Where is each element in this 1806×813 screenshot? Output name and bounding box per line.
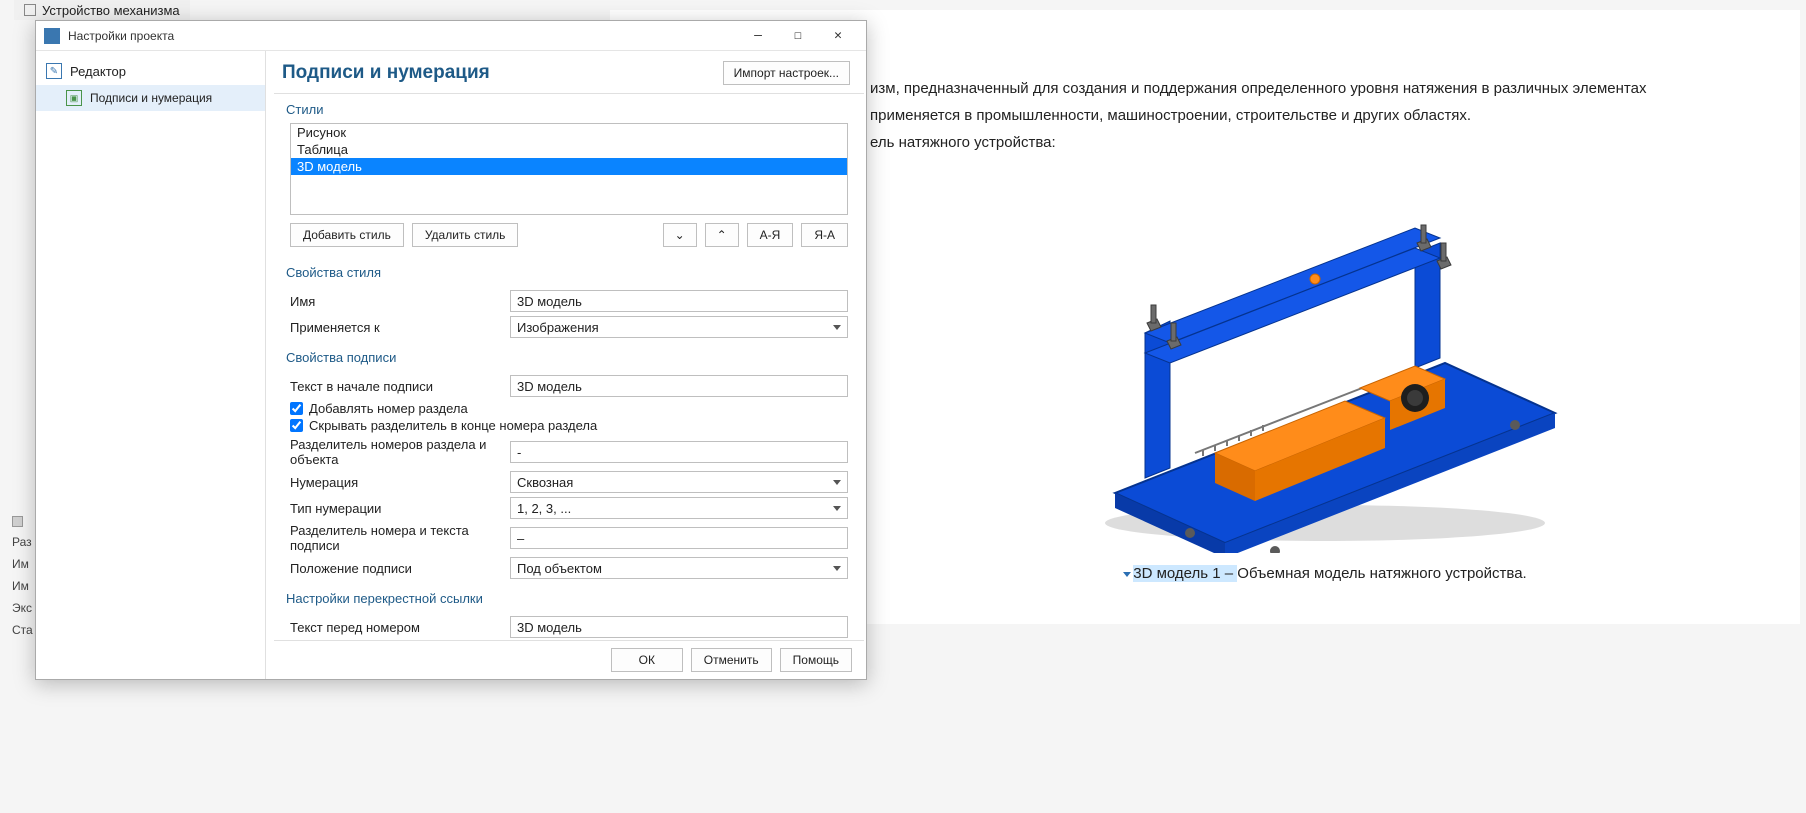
sidebar-label: Раз — [12, 535, 30, 549]
delete-style-button[interactable]: Удалить стиль — [412, 223, 519, 247]
nav-root-editor[interactable]: Редактор — [36, 57, 265, 85]
chevron-down-icon — [833, 325, 841, 330]
help-button[interactable]: Помощь — [780, 648, 852, 672]
page-title: Подписи и нумерация — [282, 62, 490, 84]
add-chapter-label: Добавлять номер раздела — [309, 401, 468, 416]
sort-za-button[interactable]: Я-А — [801, 223, 848, 247]
section-xref-head: Настройки перекрестной ссылки — [274, 583, 864, 612]
sep-num-text-input[interactable]: – — [510, 527, 848, 549]
caption-dropdown-icon[interactable] — [1123, 572, 1131, 577]
num-type-label: Тип нумерации — [290, 501, 510, 516]
close-button[interactable]: ✕ — [818, 22, 858, 50]
nav-child-label: Подписи и нумерация — [90, 91, 212, 105]
section-captionprops-head: Свойства подписи — [274, 342, 864, 371]
prefix-label: Текст в начале подписи — [290, 379, 510, 394]
styles-list[interactable]: Рисунок Таблица 3D модель — [290, 123, 848, 215]
prefix-input[interactable]: 3D модель — [510, 375, 848, 397]
sep-chap-obj-input[interactable]: - — [510, 441, 848, 463]
import-settings-button[interactable]: Импорт настроек... — [723, 61, 850, 85]
sidebar-label: Ста — [12, 623, 30, 637]
ok-button[interactable]: ОК — [611, 648, 683, 672]
app-icon — [44, 28, 60, 44]
dialog-title: Настройки проекта — [68, 29, 738, 43]
maximize-button[interactable]: ☐ — [778, 22, 818, 50]
doc-paragraph: применяется в промышленности, машиностро… — [870, 105, 1780, 126]
sep-chap-obj-label: Разделитель номеров раздела и объекта — [290, 437, 510, 467]
chevron-down-icon — [833, 506, 841, 511]
numbering-select[interactable]: Сквозная — [510, 471, 848, 493]
figure-caption[interactable]: 3D модель 1 – Объемная модель натяжного … — [870, 563, 1780, 584]
move-down-button[interactable]: ⌄ — [663, 223, 697, 247]
dialog-nav: Редактор ▣ Подписи и нумерация — [36, 51, 266, 679]
style-row-selected[interactable]: 3D модель — [291, 158, 847, 175]
sidebar-label: Экс — [12, 601, 30, 615]
position-label: Положение подписи — [290, 561, 510, 576]
name-label: Имя — [290, 294, 510, 309]
applies-label: Применяется к — [290, 320, 510, 335]
titlebar[interactable]: Настройки проекта — ☐ ✕ — [36, 21, 866, 51]
model-image[interactable] — [1075, 193, 1575, 553]
sep-num-text-label: Разделитель номера и текста подписи — [290, 523, 510, 553]
doc-paragraph: изм, предназначенный для создания и подд… — [870, 78, 1780, 99]
add-style-button[interactable]: Добавить стиль — [290, 223, 404, 247]
chevron-down-icon — [833, 480, 841, 485]
nav-root-label: Редактор — [70, 64, 126, 79]
doc-tab-title: Устройство механизма — [42, 3, 180, 18]
applies-select[interactable]: Изображения — [510, 316, 848, 338]
cancel-button[interactable]: Отменить — [691, 648, 772, 672]
settings-scroll[interactable]: Стили Рисунок Таблица 3D модель Добавить… — [274, 93, 864, 641]
section-styles-head: Стили — [274, 94, 864, 123]
num-type-select[interactable]: 1, 2, 3, ... — [510, 497, 848, 519]
sidebar-label: Им — [12, 579, 30, 593]
editor-icon — [46, 63, 62, 79]
document-icon — [24, 4, 36, 16]
hide-sep-label: Скрывать разделитель в конце номера разд… — [309, 418, 597, 433]
chevron-up-icon: ⌃ — [717, 228, 727, 242]
style-row[interactable]: Рисунок — [291, 124, 847, 141]
hide-sep-checkbox[interactable] — [290, 419, 303, 432]
left-side-panel: Раз Им Им Экс Ста — [12, 516, 30, 637]
nav-child-captions[interactable]: ▣ Подписи и нумерация — [36, 85, 265, 111]
add-chapter-checkbox[interactable] — [290, 402, 303, 415]
style-row[interactable]: Таблица — [291, 141, 847, 158]
dialog-footer: ОК Отменить Помощь — [266, 641, 866, 679]
sort-az-button[interactable]: А-Я — [747, 223, 794, 247]
project-settings-dialog: Настройки проекта — ☐ ✕ Редактор ▣ Подпи… — [35, 20, 867, 680]
captions-icon: ▣ — [66, 90, 82, 106]
name-input[interactable]: 3D модель — [510, 290, 848, 312]
before-num-input[interactable]: 3D модель — [510, 616, 848, 638]
section-styleprops-head: Свойства стиля — [274, 257, 864, 286]
numbering-label: Нумерация — [290, 475, 510, 490]
chevron-down-icon: ⌄ — [675, 228, 685, 242]
chevron-down-icon — [833, 566, 841, 571]
sidebar-label: Им — [12, 557, 30, 571]
caption-prefix: 3D модель 1 – — [1133, 565, 1237, 582]
position-select[interactable]: Под объектом — [510, 557, 848, 579]
caption-text: Объемная модель натяжного устройства. — [1237, 565, 1526, 582]
minimize-button[interactable]: — — [738, 22, 778, 50]
move-up-button[interactable]: ⌃ — [705, 223, 739, 247]
before-num-label: Текст перед номером — [290, 620, 510, 635]
doc-tab[interactable]: Устройство механизма — [14, 0, 190, 20]
doc-paragraph: ель натяжного устройства: — [870, 132, 1780, 153]
panel-icon[interactable] — [12, 516, 23, 527]
